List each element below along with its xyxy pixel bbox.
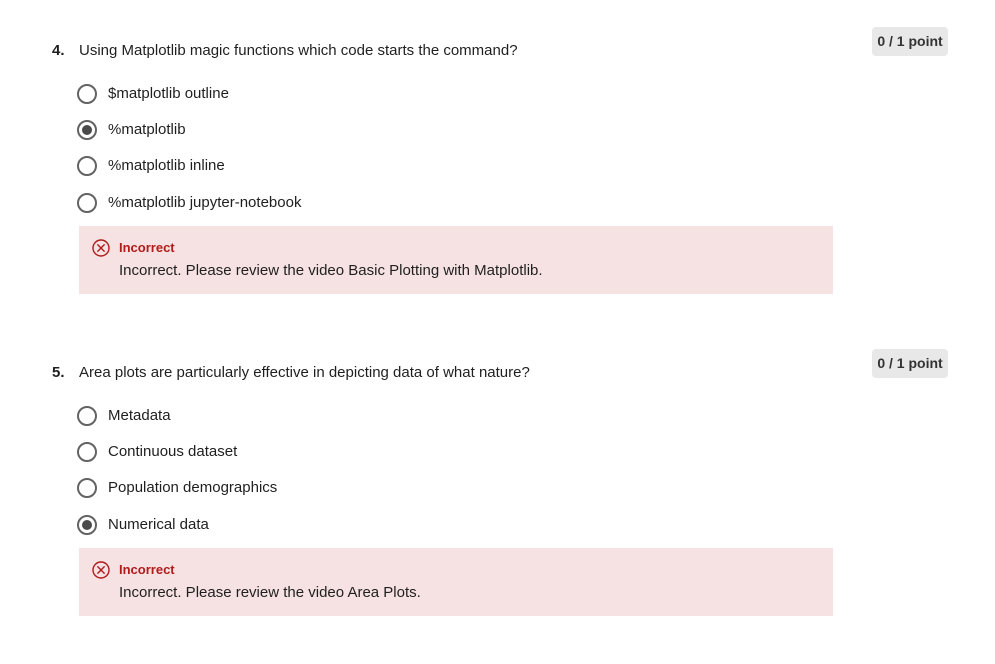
radio-button[interactable]	[77, 193, 97, 213]
option-label: %matplotlib inline	[108, 157, 225, 174]
circle-x-icon	[92, 561, 110, 579]
circle-x-icon	[92, 239, 110, 257]
score-badge: 0 / 1 point	[872, 349, 948, 378]
answer-option[interactable]: Population demographics	[77, 476, 277, 500]
radio-button[interactable]	[77, 156, 97, 176]
option-label: Continuous dataset	[108, 443, 238, 460]
answer-option[interactable]: %matplotlib inline	[77, 154, 225, 178]
feedback-panel: Incorrect Incorrect. Please review the v…	[79, 226, 833, 294]
radio-button[interactable]	[77, 84, 97, 104]
option-label: $matplotlib outline	[108, 85, 229, 102]
option-label: Metadata	[108, 407, 171, 424]
option-label: %matplotlib jupyter-notebook	[108, 194, 302, 211]
option-label: %matplotlib	[108, 121, 186, 138]
question-number: 5.	[52, 364, 65, 381]
answer-option[interactable]: %matplotlib jupyter-notebook	[77, 191, 301, 215]
question-number: 4.	[52, 42, 65, 59]
score-badge: 0 / 1 point	[872, 27, 948, 56]
option-label: Numerical data	[108, 516, 209, 533]
radio-button[interactable]	[77, 442, 97, 462]
radio-button[interactable]	[77, 406, 97, 426]
radio-button[interactable]	[77, 478, 97, 498]
option-label: Population demographics	[108, 479, 278, 496]
answer-option[interactable]: Metadata	[77, 404, 171, 428]
question-text: Area plots are particularly effective in…	[79, 364, 530, 381]
question-text: Using Matplotlib magic functions which c…	[79, 42, 518, 59]
feedback-panel: Incorrect Incorrect. Please review the v…	[79, 548, 833, 616]
feedback-status: Incorrect	[119, 240, 175, 255]
radio-button-selected[interactable]	[77, 120, 97, 140]
feedback-status: Incorrect	[119, 562, 175, 577]
answer-option[interactable]: Numerical data	[77, 513, 209, 537]
answer-option[interactable]: Continuous dataset	[77, 440, 237, 464]
feedback-message: Incorrect. Please review the video Basic…	[119, 262, 543, 279]
radio-button-selected[interactable]	[77, 515, 97, 535]
answer-option[interactable]: %matplotlib	[77, 118, 186, 142]
feedback-message: Incorrect. Please review the video Area …	[119, 584, 421, 601]
answer-option[interactable]: $matplotlib outline	[77, 82, 229, 106]
